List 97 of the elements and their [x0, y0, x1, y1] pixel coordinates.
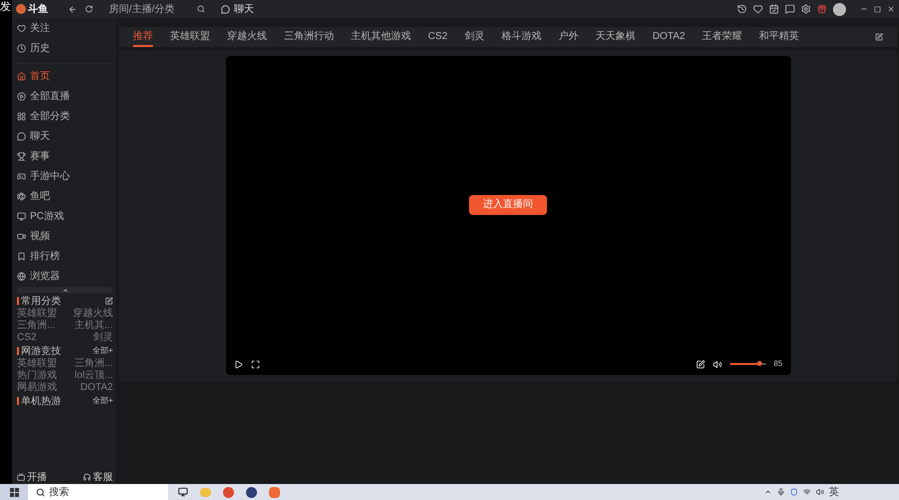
section-title: 单机热游	[21, 394, 61, 408]
category-tab[interactable]: 三角洲行动	[284, 27, 334, 47]
category-tab[interactable]: DOTA2	[652, 27, 686, 47]
category-tab[interactable]: 天天象棋	[595, 27, 636, 47]
category-link[interactable]: 主机其...	[66, 320, 113, 332]
search-field[interactable]: 房间/主播/分类	[109, 2, 205, 16]
tray-expand-icon[interactable]	[764, 488, 772, 496]
grid-icon	[17, 112, 26, 120]
bookmark-icon	[17, 252, 26, 260]
edit-icon[interactable]	[105, 297, 113, 305]
category-link[interactable]: DOTA2	[66, 382, 113, 394]
video-player[interactable]: 进入直播间 85	[226, 56, 790, 375]
sidebar-item[interactable]: 赛事	[17, 146, 113, 166]
maximize-icon[interactable]	[874, 6, 881, 12]
settings-icon[interactable]	[801, 4, 811, 14]
play-icon[interactable]	[234, 360, 242, 368]
more-link[interactable]: 全部+	[92, 345, 113, 357]
chat-icon	[17, 132, 26, 140]
search-icon	[197, 5, 205, 13]
microphone-icon[interactable]	[777, 488, 785, 496]
monitor-icon	[17, 212, 26, 220]
edit-icon[interactable]	[875, 33, 883, 41]
shield-icon[interactable]	[790, 488, 798, 496]
category-link[interactable]: 英雄联盟	[17, 358, 64, 370]
sidebar-item[interactable]: 首页	[17, 66, 113, 86]
sidebar-item[interactable]: 排行榜	[17, 246, 113, 266]
section-title: 常用分类	[21, 294, 61, 308]
fish-icon	[17, 192, 26, 200]
category-tab[interactable]: 户外	[558, 27, 578, 47]
message-icon[interactable]	[785, 4, 795, 14]
category-tab[interactable]: 英雄联盟	[170, 27, 210, 47]
category-tab[interactable]: 穿越火线	[227, 27, 267, 47]
sidebar-item[interactable]: 历史	[17, 38, 113, 58]
fullscreen-icon[interactable]	[250, 360, 260, 368]
sidebar-item[interactable]: PC游戏	[17, 206, 113, 226]
category-link[interactable]: CS2	[17, 332, 64, 344]
calendar-icon[interactable]	[769, 4, 779, 14]
category-link[interactable]: 穿越火线	[66, 308, 113, 320]
sidebar-item[interactable]: 鱼吧	[17, 186, 113, 206]
logo[interactable]: 斗鱼	[16, 2, 48, 16]
back-icon[interactable]	[68, 4, 77, 14]
volume-reading: 85	[774, 358, 782, 370]
home-icon	[17, 72, 26, 80]
gift-icon[interactable]	[817, 4, 827, 14]
start-button[interactable]	[0, 484, 28, 500]
category-tab[interactable]: 推荐	[133, 27, 153, 47]
category-tab[interactable]: CS2	[428, 27, 448, 47]
category-link[interactable]: lol云顶...	[66, 370, 113, 382]
search-icon	[36, 488, 45, 496]
taskbar-search-field[interactable]: 搜索	[28, 484, 168, 500]
category-tab[interactable]: 剑灵	[464, 27, 484, 47]
taskbar-search-input[interactable]: 搜索	[49, 484, 129, 500]
service-button[interactable]: 客服	[83, 470, 113, 484]
history-icon[interactable]	[737, 4, 747, 14]
close-icon[interactable]	[887, 5, 895, 13]
headset-icon	[83, 473, 91, 481]
sidebar-item[interactable]: 关注	[17, 18, 113, 38]
tv-icon	[17, 473, 25, 481]
live-button[interactable]: 开播	[17, 470, 47, 484]
input-method[interactable]: 英	[829, 484, 839, 500]
more-link[interactable]: 全部+	[92, 395, 113, 407]
sidebar-item[interactable]: 聊天	[17, 126, 113, 146]
speaker-icon[interactable]	[816, 488, 824, 496]
avatar[interactable]	[833, 2, 846, 16]
trophy-icon	[17, 152, 26, 160]
category-link[interactable]: 英雄联盟	[17, 308, 64, 320]
volume-icon[interactable]	[712, 360, 722, 368]
sidebar-item[interactable]: 浏览器	[17, 266, 113, 286]
category-link[interactable]: 三角洲...	[17, 320, 64, 332]
category-link[interactable]: 热门游戏	[17, 370, 64, 382]
sidebar-item[interactable]: 手游中心	[17, 166, 113, 186]
sidebar-item[interactable]: 全部直播	[17, 86, 113, 106]
chat-button[interactable]: 聊天	[221, 2, 254, 16]
windows-icon	[10, 488, 18, 496]
heart-icon	[17, 24, 26, 32]
clock-icon	[17, 44, 26, 52]
section-title: 网游竞技	[21, 344, 61, 358]
globe-icon	[17, 272, 26, 280]
logo-mark-icon	[16, 4, 26, 14]
video-icon	[17, 232, 26, 240]
category-tab[interactable]: 格斗游戏	[501, 27, 542, 47]
category-link[interactable]: 三角洲...	[66, 358, 113, 370]
category-tab[interactable]: 主机其他游戏	[351, 27, 411, 47]
task-view-icon[interactable]	[178, 487, 188, 497]
corner-text: 发	[0, 2, 12, 13]
chat-icon	[221, 4, 230, 14]
sidebar-item[interactable]: 全部分类	[17, 106, 113, 126]
play-circle-icon	[17, 92, 26, 100]
category-tab[interactable]: 王者荣耀	[702, 27, 742, 47]
category-tab[interactable]: 和平精英	[759, 27, 800, 47]
network-icon[interactable]	[803, 488, 811, 496]
sidebar-item[interactable]: 视频	[17, 226, 113, 246]
category-link[interactable]: 网易游戏	[17, 382, 64, 394]
gamepad-icon	[17, 172, 26, 180]
heart-icon[interactable]	[753, 4, 763, 14]
category-link[interactable]: 剑灵	[66, 332, 113, 344]
refresh-icon[interactable]	[85, 5, 93, 13]
